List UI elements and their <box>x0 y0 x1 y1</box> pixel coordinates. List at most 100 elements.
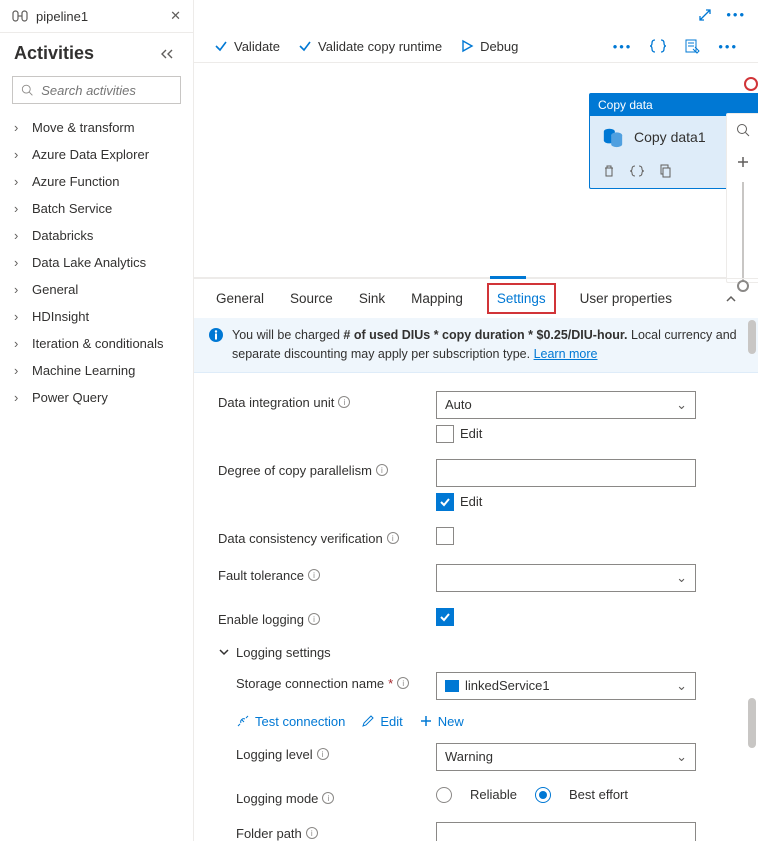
tab-mapping[interactable]: Mapping <box>409 281 465 316</box>
folder-path-label: Folder pathi <box>218 822 428 841</box>
fault-tolerance-select[interactable]: ⌄ <box>436 564 696 592</box>
parallelism-edit-checkbox[interactable] <box>436 493 454 511</box>
edit-connection-button[interactable]: Edit <box>361 714 402 729</box>
pipeline-tab[interactable]: pipeline1 ✕ <box>0 0 193 33</box>
activities-list: ›Move & transform ›Azure Data Explorer ›… <box>0 110 193 415</box>
activities-search[interactable] <box>12 76 181 104</box>
storage-connection-select[interactable]: linkedService1 ⌄ <box>436 672 696 700</box>
consistency-checkbox[interactable] <box>436 527 454 545</box>
activity-category[interactable]: ›Azure Function <box>0 168 193 195</box>
activity-category[interactable]: ›Batch Service <box>0 195 193 222</box>
enable-logging-checkbox[interactable] <box>436 608 454 626</box>
pricing-info-banner: You will be charged # of used DIUs * cop… <box>194 318 758 373</box>
debug-button[interactable]: Debug <box>460 39 518 54</box>
chevron-down-icon <box>218 646 230 658</box>
activity-category[interactable]: ›Iteration & conditionals <box>0 330 193 357</box>
search-input[interactable] <box>39 82 172 99</box>
folder-path-input[interactable] <box>436 822 696 841</box>
window-controls: ••• <box>194 0 758 30</box>
plus-icon <box>419 714 433 728</box>
zoom-in-icon[interactable] <box>727 146 758 178</box>
chevron-right-icon: › <box>14 201 24 216</box>
toolbar-more-icon[interactable]: ••• <box>613 39 633 54</box>
validate-button[interactable]: Validate <box>214 39 280 54</box>
diu-select[interactable]: Auto ⌄ <box>436 391 696 419</box>
chevron-down-icon: ⌄ <box>676 397 687 413</box>
logging-settings-toggle[interactable]: Logging settings <box>218 635 734 664</box>
logging-level-select[interactable]: Warning ⌄ <box>436 743 696 771</box>
chevron-down-icon: ⌄ <box>676 570 687 586</box>
chevron-right-icon: › <box>14 282 24 297</box>
activity-category[interactable]: ›Databricks <box>0 222 193 249</box>
collapse-section-icon[interactable] <box>724 292 738 306</box>
vertical-scrollbar[interactable] <box>748 318 756 841</box>
tab-settings[interactable]: Settings <box>487 283 556 314</box>
logging-mode-best-effort-radio[interactable] <box>535 787 551 803</box>
fault-tolerance-label: Fault tolerancei <box>218 564 428 583</box>
database-icon <box>602 126 624 148</box>
activity-category[interactable]: ›Power Query <box>0 384 193 411</box>
info-icon[interactable]: i <box>322 792 334 804</box>
info-icon[interactable]: i <box>317 748 329 760</box>
validate-copy-runtime-button[interactable]: Validate copy runtime <box>298 39 442 54</box>
zoom-slider[interactable] <box>742 182 744 282</box>
chevron-right-icon: › <box>14 390 24 405</box>
activities-sidebar: pipeline1 ✕ Activities ›Move & transform… <box>0 0 194 841</box>
info-icon[interactable]: i <box>397 677 409 689</box>
chevron-right-icon: › <box>14 363 24 378</box>
toolbar-overflow-icon[interactable]: ••• <box>718 39 738 54</box>
copy-icon[interactable] <box>658 164 672 178</box>
activity-category[interactable]: ›Data Lake Analytics <box>0 249 193 276</box>
properties-icon[interactable] <box>684 38 700 54</box>
search-icon <box>21 83 33 97</box>
canvas-search-icon[interactable] <box>727 114 758 146</box>
info-icon[interactable]: i <box>387 532 399 544</box>
pipeline-canvas[interactable]: Copy data Copy data1 <box>194 63 758 278</box>
more-icon[interactable]: ••• <box>726 7 746 22</box>
info-icon[interactable]: i <box>306 827 318 839</box>
logging-mode-reliable-radio[interactable] <box>436 787 452 803</box>
activity-settings-tabs: General Source Sink Mapping Settings Use… <box>194 278 758 318</box>
connection-icon <box>236 714 250 728</box>
storage-connection-label: Storage connection name *i <box>218 672 428 691</box>
new-connection-button[interactable]: New <box>419 714 464 729</box>
check-icon <box>214 39 228 53</box>
activity-category[interactable]: ›HDInsight <box>0 303 193 330</box>
play-icon <box>460 39 474 53</box>
delete-icon[interactable] <box>602 164 616 178</box>
validation-indicator-icon <box>744 77 758 91</box>
tab-source[interactable]: Source <box>288 281 335 316</box>
canvas-tools <box>726 113 758 283</box>
info-icon[interactable]: i <box>308 569 320 581</box>
code-braces-icon[interactable] <box>630 164 644 178</box>
chevron-right-icon: › <box>14 147 24 162</box>
parallelism-input[interactable] <box>436 459 696 487</box>
expand-icon[interactable] <box>698 8 712 22</box>
node-title: Copy data1 <box>634 129 706 145</box>
pencil-icon <box>361 714 375 728</box>
info-icon[interactable]: i <box>308 613 320 625</box>
activity-category[interactable]: ›Move & transform <box>0 114 193 141</box>
logging-level-label: Logging leveli <box>218 743 428 762</box>
info-icon[interactable]: i <box>376 464 388 476</box>
pipeline-tab-title: pipeline1 <box>36 9 88 24</box>
chevron-down-icon: ⌄ <box>676 678 687 694</box>
diu-edit-checkbox[interactable] <box>436 425 454 443</box>
collapse-panel-icon[interactable] <box>161 47 179 61</box>
learn-more-link[interactable]: Learn more <box>534 347 598 361</box>
info-icon <box>208 327 224 343</box>
activity-category[interactable]: ›Machine Learning <box>0 357 193 384</box>
azure-service-icon <box>445 680 459 692</box>
test-connection-button[interactable]: Test connection <box>236 714 345 729</box>
tab-user-properties[interactable]: User properties <box>578 281 674 316</box>
tab-sink[interactable]: Sink <box>357 281 387 316</box>
activity-category[interactable]: ›Azure Data Explorer <box>0 141 193 168</box>
chevron-right-icon: › <box>14 120 24 135</box>
tab-general[interactable]: General <box>214 281 266 316</box>
enable-logging-label: Enable loggingi <box>218 608 428 627</box>
info-icon[interactable]: i <box>338 396 350 408</box>
close-tab-icon[interactable]: ✕ <box>170 8 181 24</box>
chevron-right-icon: › <box>14 255 24 270</box>
activity-category[interactable]: ›General <box>0 276 193 303</box>
code-braces-icon[interactable] <box>650 38 666 54</box>
